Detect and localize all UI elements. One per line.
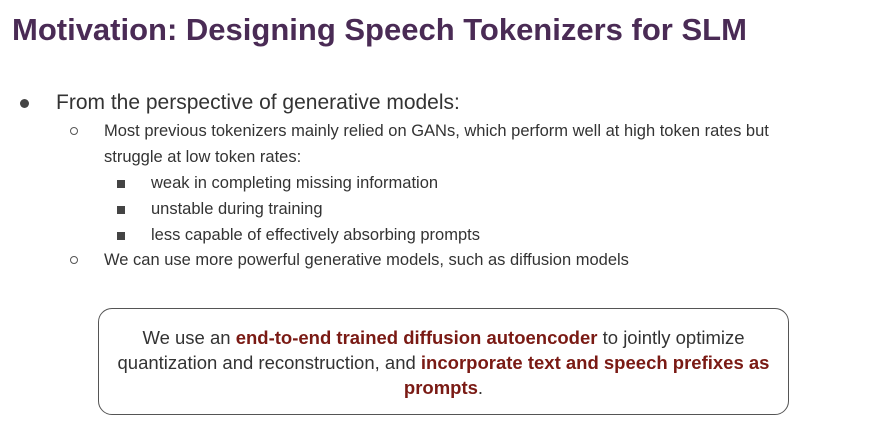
bullet-square-icon — [117, 180, 125, 188]
sub-bullet-diffusion: We can use more powerful generative mode… — [104, 251, 629, 269]
callout-part3: . — [477, 377, 484, 398]
list-item: less capable of effectively absorbing pr… — [151, 226, 480, 244]
bullet-square-icon — [117, 206, 125, 214]
callout-highlight-prompts: incorporate text and speech prefixes as … — [403, 352, 770, 398]
callout-highlight-autoencoder: end-to-end trained diffusion autoencoder — [235, 327, 598, 348]
callout-box: We use an end-to-end trained diffusion a… — [98, 308, 789, 415]
sub-bullet-gans-line2: struggle at low token rates: — [104, 148, 302, 166]
bullet-circle-icon — [70, 256, 78, 264]
bullet-level1-text: From the perspective of generative model… — [56, 91, 460, 114]
sub-bullet-gans-line1: Most previous tokenizers mainly relied o… — [104, 122, 769, 140]
slide-title: Motivation: Designing Speech Tokenizers … — [12, 12, 747, 47]
bullet-disc-icon — [20, 99, 29, 108]
callout-text: We use an end-to-end trained diffusion a… — [99, 325, 788, 400]
bullet-square-icon — [117, 232, 125, 240]
callout-part1: We use an — [142, 327, 236, 348]
list-item: weak in completing missing information — [151, 174, 439, 192]
list-item: unstable during training — [151, 200, 323, 218]
bullet-circle-icon — [70, 127, 78, 135]
